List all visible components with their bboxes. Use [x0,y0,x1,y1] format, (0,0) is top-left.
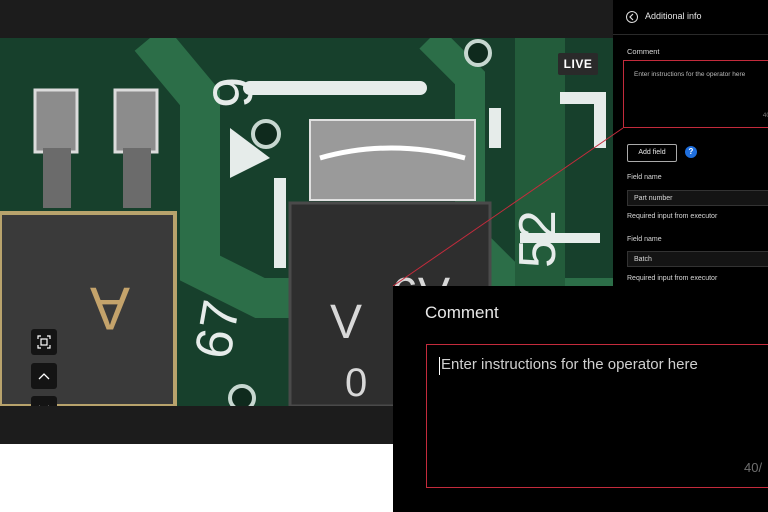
text-cursor [439,357,440,375]
back-arrow-icon[interactable] [625,10,639,24]
silkscreen-text-52: 52 [509,210,567,268]
field-name-input-part-number[interactable]: Part number [627,190,768,206]
fit-screen-icon [37,335,51,349]
silkscreen-text-9: 9 [201,77,264,108]
silkscreen-text-a: A [90,275,130,342]
help-icon[interactable]: ? [685,146,697,158]
zoom-comment-textarea[interactable]: Enter instructions for the operator here… [426,344,768,488]
required-input-label: Required input from executor [627,213,718,220]
field-name-input-batch[interactable]: Batch [627,251,768,267]
chip-marking-0: 0 [345,361,367,405]
zoomed-comment-callout: Comment Enter instructions for the opera… [393,286,768,512]
comment-label: Comment [627,47,660,56]
scroll-up-button[interactable] [31,363,57,389]
top-bar [0,0,613,38]
panel-title: Additional info [645,11,702,21]
chevron-up-icon [38,373,50,380]
comment-placeholder: Enter instructions for the operator here [634,71,746,78]
required-input-label: Required input from executor [627,275,718,282]
add-field-button[interactable]: Add field [627,144,677,162]
zoom-char-counter: 40/ [744,460,763,475]
silkscreen-text-67: 67 [184,296,251,363]
zoom-comment-title: Comment [425,303,499,322]
fit-to-screen-button[interactable] [31,329,57,355]
panel-header: Additional info [613,0,768,35]
field-name-label: Field name [627,236,662,243]
live-badge: LIVE [558,53,598,75]
comment-textarea[interactable]: Enter instructions for the operator here… [623,60,768,128]
field-name-label: Field name [627,174,662,181]
zoom-comment-placeholder: Enter instructions for the operator here [441,356,698,373]
chip-marking-v: V [330,296,362,349]
comment-char-counter: 40 [762,112,768,119]
